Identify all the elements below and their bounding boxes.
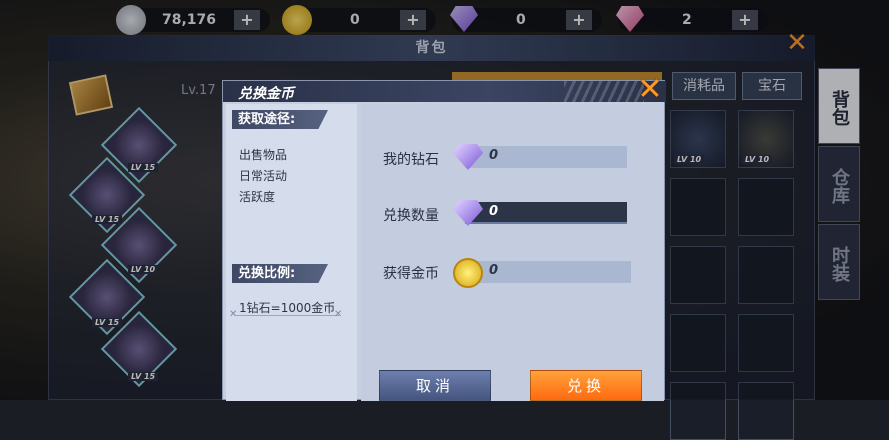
exchange-amount-label: 兑换数量 <box>383 208 439 224</box>
my-diamond-bar: 0 <box>465 146 627 168</box>
exchange-amount-value: 0 <box>489 204 499 219</box>
info-pane: 获取途径: 出售物品 日常活动 活跃度 ✕ ✕ 兑换比例: 1钻石=1000金币 <box>226 104 357 401</box>
divider-x-icon: ✕ <box>334 309 343 320</box>
close-icon[interactable]: ✕ <box>633 75 667 105</box>
source-item: 活跃度 <box>239 190 276 204</box>
source-item: 出售物品 <box>239 148 288 162</box>
gold-coin-icon <box>453 258 483 288</box>
gold-received-value: 0 <box>489 263 499 278</box>
gold-received-bar: 0 <box>465 261 631 283</box>
exchange-button[interactable]: 兑换 <box>530 370 642 401</box>
header-stripes <box>564 81 644 102</box>
dialog-title: 兑换金币 <box>238 86 294 102</box>
exchange-gold-dialog: 兑换金币 ✕ 获取途径: 出售物品 日常活动 活跃度 ✕ ✕ 兑换比例: 1钻石… <box>222 75 666 401</box>
sources-header: 获取途径: <box>232 110 328 129</box>
gold-received-label: 获得金币 <box>383 266 439 282</box>
my-diamond-value: 0 <box>489 148 499 163</box>
source-item: 日常活动 <box>239 169 288 183</box>
exchange-amount-input[interactable]: 0 <box>465 202 627 224</box>
ratio-header: 兑换比例: <box>232 264 328 283</box>
ratio-text: 1钻石=1000金币 <box>239 301 336 315</box>
exchange-pane: 0 我的钻石 0 兑换数量 0 获得金币 <box>361 104 664 401</box>
my-diamond-label: 我的钻石 <box>383 152 439 168</box>
cancel-button[interactable]: 取消 <box>379 370 491 401</box>
dialog-header: 兑换金币 <box>223 81 666 102</box>
